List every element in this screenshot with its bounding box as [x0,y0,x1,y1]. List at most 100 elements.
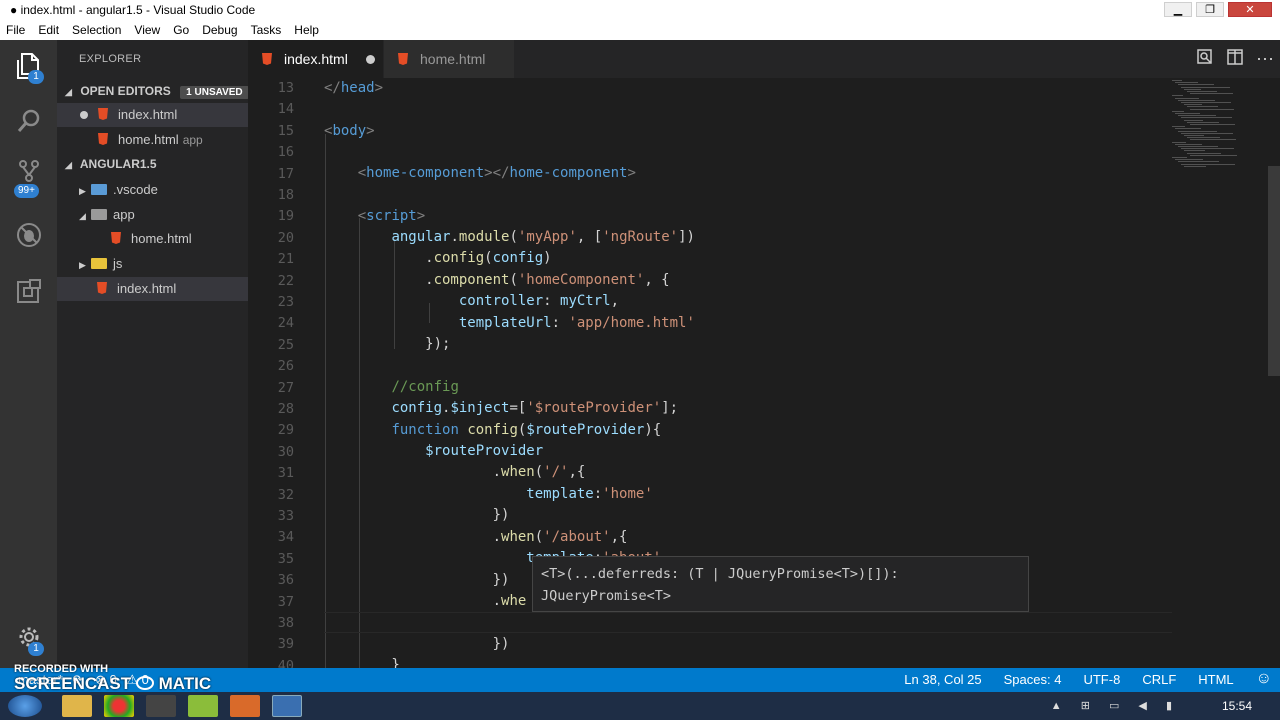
app-taskbar-icon[interactable] [188,695,218,717]
open-changes-icon[interactable] [1196,48,1214,71]
tree-item-app[interactable]: ◢ app [57,203,248,227]
vscode-taskbar-icon[interactable] [272,695,302,717]
minimap-line [1184,150,1205,152]
line-ending[interactable]: CRLF [1142,672,1176,687]
chevron-right-icon: ▶ [79,186,86,196]
line-number: 19 [277,208,294,225]
chrome-taskbar-icon[interactable] [104,695,134,717]
parameter-hint-tooltip: <T>(...deferreds: (T | JQueryPromise<T>)… [532,556,1029,612]
minimap-line [1190,124,1235,125]
cursor-position[interactable]: Ln 38, Col 25 [904,672,981,687]
system-tray[interactable]: ▲ ⊞ ▭ ◀ ▮ [1051,699,1180,712]
watermark-line-2: SCREENCAST [14,674,132,693]
html5-icon [262,53,272,65]
line-number: 28 [277,401,294,417]
minimap-line [1181,102,1231,103]
open-editor-item-home[interactable]: home.html app [57,128,248,152]
maximize-button[interactable]: ❐ [1196,2,1224,17]
encoding[interactable]: UTF-8 [1083,672,1120,687]
extensions-icon[interactable] [14,278,44,308]
split-editor-icon[interactable] [1226,48,1244,71]
more-actions-icon[interactable]: ⋯ [1256,49,1274,70]
tree-item-index-html[interactable]: index.html [57,277,248,301]
tree-item-vscode[interactable]: ▶ .vscode [57,178,248,202]
menu-help[interactable]: Help [294,23,319,37]
os-taskbar: ▲ ⊞ ▭ ◀ ▮ 15:54 [0,692,1280,720]
editor-tabs: index.html home.html ⋯ [248,40,1280,78]
tree-item-label: .vscode [113,182,158,197]
minimap-line [1178,84,1214,86]
editor-scrollbar[interactable] [1268,166,1280,376]
menu-file[interactable]: File [6,23,25,37]
open-editor-label: index.html [118,107,178,122]
open-editor-label: home.html [118,132,179,147]
tree-item-label: index.html [117,281,177,296]
unsaved-dot-icon[interactable] [365,55,375,64]
explorer-badge: 1 [28,70,44,84]
line-number: 20 [277,229,294,246]
menu-debug[interactable]: Debug [202,23,237,37]
folder-icon [91,184,107,195]
minimap-line [1190,93,1233,95]
indentation[interactable]: Spaces: 4 [1004,672,1062,687]
start-button-icon[interactable] [8,695,42,717]
terminal-taskbar-icon[interactable] [146,695,176,717]
explorer-sidebar: EXPLORER ◢ OPEN EDITORS 1 UNSAVED index.… [57,40,249,668]
minimap-line [1184,135,1204,136]
minimap-line [1181,132,1233,134]
project-header[interactable]: ◢ ANGULAR1.5 [57,152,248,176]
minimap-line [1175,113,1200,114]
html5-icon [97,282,107,294]
menu-selection[interactable]: Selection [72,23,121,37]
tab-home-html[interactable]: home.html [384,40,514,78]
search-icon[interactable] [14,108,44,138]
line-number: 13 [277,80,294,96]
chevron-down-icon: ◢ [79,211,86,221]
minimap-line [1187,121,1219,123]
line-number: 35 [277,550,294,567]
menu-tasks[interactable]: Tasks [251,23,282,37]
close-window-button[interactable]: ✕ [1228,2,1272,17]
tree-item-home-html[interactable]: home.html [57,227,248,251]
screencast-logo-icon [135,676,154,690]
minimap-line [1187,152,1221,154]
code-editor[interactable]: 13 14 15 16 17 18 19 20 21 22 23 24 25 26 27 28 29 30 31 32… [248,78,1280,668]
line-number: 21 [277,251,294,268]
tab-index-html[interactable]: index.html [248,40,383,78]
html5-icon [98,108,108,120]
minimap-line [1184,104,1202,106]
open-editors-header[interactable]: ◢ OPEN EDITORS 1 UNSAVED [57,79,249,103]
minimap-line [1181,117,1232,119]
line-number: 27 [277,379,294,396]
minimap[interactable] [1172,78,1266,178]
minimap-line [1190,139,1236,141]
scm-badge: 99+ [14,184,39,198]
menu-go[interactable]: Go [173,23,189,37]
open-editor-item-index[interactable]: index.html [57,103,248,127]
minimap-line [1187,91,1217,92]
line-number: 29 [277,422,294,439]
line-number: 23 [277,294,294,310]
line-number: 39 [277,636,294,653]
tree-item-js[interactable]: ▶ js [57,252,248,276]
minimap-line [1184,88,1201,90]
taskbar-clock[interactable]: 15:54 [1222,699,1252,713]
line-number: 40 [277,657,294,668]
debug-icon[interactable] [14,222,44,252]
minimize-button[interactable]: ▁ [1164,2,1192,17]
minimap-line [1178,130,1217,132]
minimap-line [1172,95,1183,97]
feedback-smiley-icon[interactable]: ☺ [1256,671,1272,687]
language-mode[interactable]: HTML [1198,672,1233,687]
file-explorer-taskbar-icon[interactable] [62,695,92,717]
menu-edit[interactable]: Edit [38,23,59,37]
line-number: 30 [277,443,294,460]
menu-view[interactable]: View [134,23,160,37]
xampp-taskbar-icon[interactable] [230,695,260,717]
minimap-line [1178,115,1216,117]
tree-item-label: app [113,207,135,222]
minimap-line [1184,165,1206,167]
open-folder-icon [91,209,107,220]
sidebar-title: EXPLORER [79,53,142,65]
line-number: 37 [277,593,294,610]
